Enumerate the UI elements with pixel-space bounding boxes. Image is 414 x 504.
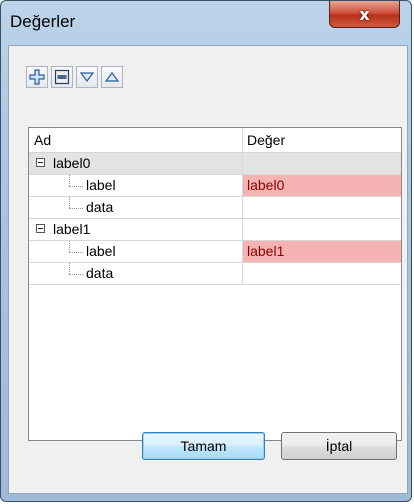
- dialog-window: Değerler x Ad Değer label0 label label0 …: [0, 0, 412, 502]
- minus-icon: [54, 69, 70, 85]
- property-name-cell: label: [29, 241, 243, 263]
- grid-row[interactable]: data: [29, 263, 401, 285]
- window-title: Değerler: [10, 12, 76, 31]
- ok-button[interactable]: Tamam: [142, 432, 265, 460]
- collapse-icon[interactable]: [36, 224, 45, 233]
- group-label: label0: [53, 155, 91, 171]
- property-value-cell[interactable]: label1: [243, 241, 401, 263]
- dialog-client-area: Ad Değer label0 label label0 data label1…: [8, 45, 408, 494]
- group-value-cell: [243, 153, 401, 175]
- column-header-value[interactable]: Değer: [247, 128, 285, 152]
- move-down-button[interactable]: [76, 66, 98, 88]
- property-name: data: [86, 265, 114, 281]
- property-name: label: [86, 177, 116, 193]
- grid-row[interactable]: data: [29, 197, 401, 219]
- property-name: label: [86, 243, 116, 259]
- triangle-down-icon: [79, 72, 95, 82]
- property-name-cell: data: [29, 197, 243, 219]
- triangle-up-icon: [104, 72, 120, 82]
- move-up-button[interactable]: [101, 66, 123, 88]
- column-header-name[interactable]: Ad: [34, 128, 51, 152]
- grid-row[interactable]: label label1: [29, 241, 401, 263]
- tree-line: [69, 274, 83, 275]
- property-grid[interactable]: Ad Değer label0 label label0 data label1…: [28, 127, 402, 441]
- property-value-cell[interactable]: label0: [243, 175, 401, 197]
- column-separator[interactable]: [242, 129, 243, 151]
- remove-button[interactable]: [51, 66, 73, 88]
- group-value-cell: [243, 219, 401, 241]
- group-name-cell: label0: [29, 153, 243, 175]
- tree-line: [69, 186, 83, 187]
- tree-line: [69, 197, 70, 208]
- property-name-cell: label: [29, 175, 243, 197]
- title-bar[interactable]: Değerler x: [1, 1, 411, 45]
- property-value-cell[interactable]: [243, 197, 401, 219]
- close-icon: x: [359, 4, 370, 24]
- toolbar: [26, 66, 123, 90]
- tree-line: [69, 263, 70, 274]
- property-value: label1: [247, 243, 285, 259]
- grid-header: Ad Değer: [29, 128, 401, 153]
- group-name-cell: label1: [29, 219, 243, 241]
- add-button[interactable]: [26, 66, 48, 88]
- plus-icon: [29, 69, 45, 85]
- collapse-icon[interactable]: [36, 158, 45, 167]
- cancel-button[interactable]: İptal: [281, 432, 397, 460]
- property-name: data: [86, 199, 114, 215]
- tree-line: [69, 208, 83, 209]
- group-label: label1: [53, 221, 91, 237]
- property-value: label0: [247, 177, 285, 193]
- grid-group-row[interactable]: label1: [29, 219, 401, 241]
- grid-row[interactable]: label label0: [29, 175, 401, 197]
- property-value-cell[interactable]: [243, 263, 401, 285]
- close-button[interactable]: x: [329, 1, 400, 28]
- grid-group-row[interactable]: label0: [29, 153, 401, 175]
- tree-line: [69, 241, 70, 252]
- property-name-cell: data: [29, 263, 243, 285]
- tree-line: [69, 252, 83, 253]
- tree-line: [69, 175, 70, 186]
